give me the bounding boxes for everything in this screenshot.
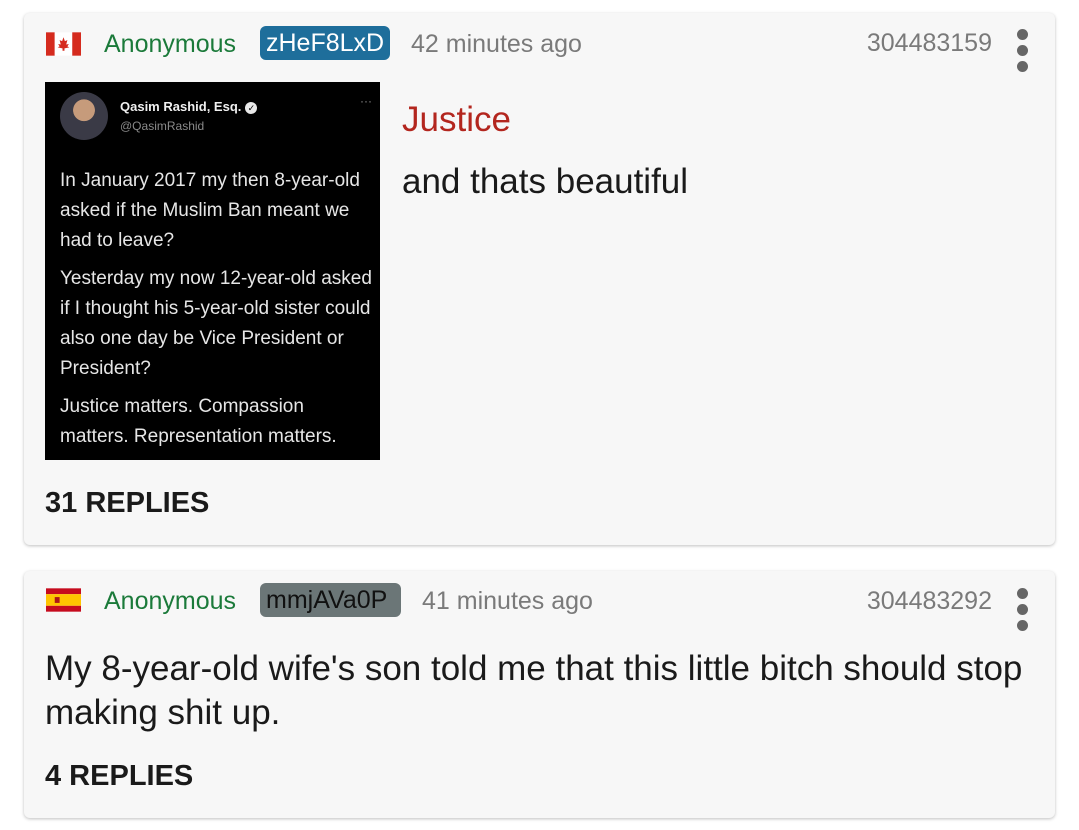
poster-name: Anonymous	[104, 30, 237, 58]
poster-id-badge[interactable]: zHeF8LxD	[260, 26, 390, 60]
post-image-thumbnail[interactable]: Qasim Rashid, Esq. ✓ @QasimRashid ··· In …	[45, 82, 380, 460]
poster-id-badge[interactable]: mmjAVa0P	[260, 583, 401, 617]
post-time: 42 minutes ago	[411, 30, 582, 58]
verified-badge-icon: ✓	[245, 101, 258, 114]
avatar	[60, 92, 108, 140]
more-options-icon[interactable]	[1014, 29, 1030, 75]
canada-flag-icon	[46, 32, 81, 56]
post-comment: and thats beautiful	[402, 162, 689, 201]
post-number[interactable]: 304483292	[867, 586, 992, 616]
tweet-paragraph: Yesterday my now 12-year-old asked if I …	[60, 268, 372, 379]
tweet-paragraph: Justice matters. Compassion matters. Rep…	[60, 396, 337, 447]
tweet-paragraph: In January 2017 my then 8-year-old asked…	[60, 170, 360, 251]
tweet-handle: @QasimRashid	[120, 119, 205, 133]
post-time: 41 minutes ago	[422, 587, 593, 615]
poster-name: Anonymous	[104, 587, 237, 615]
spain-flag-icon	[46, 588, 81, 612]
post-comment: My 8-year-old wife's son told me that th…	[45, 649, 1023, 732]
tweet-body: In January 2017 my then 8-year-old asked…	[60, 166, 375, 460]
post-number[interactable]: 304483159	[867, 28, 992, 58]
more-options-icon[interactable]	[1014, 588, 1030, 634]
post-subject: Justice	[402, 100, 511, 139]
replies-link[interactable]: 4 REPLIES	[45, 759, 193, 793]
tweet-author-name: Qasim Rashid, Esq. ✓	[120, 99, 258, 114]
post-card: Anonymous mmjAVa0P 41 minutes ago 304483…	[24, 571, 1055, 818]
tweet-more-icon: ···	[360, 94, 372, 108]
replies-link[interactable]: 31 REPLIES	[45, 486, 209, 520]
post-card: Anonymous zHeF8LxD 42 minutes ago 304483…	[24, 13, 1055, 545]
